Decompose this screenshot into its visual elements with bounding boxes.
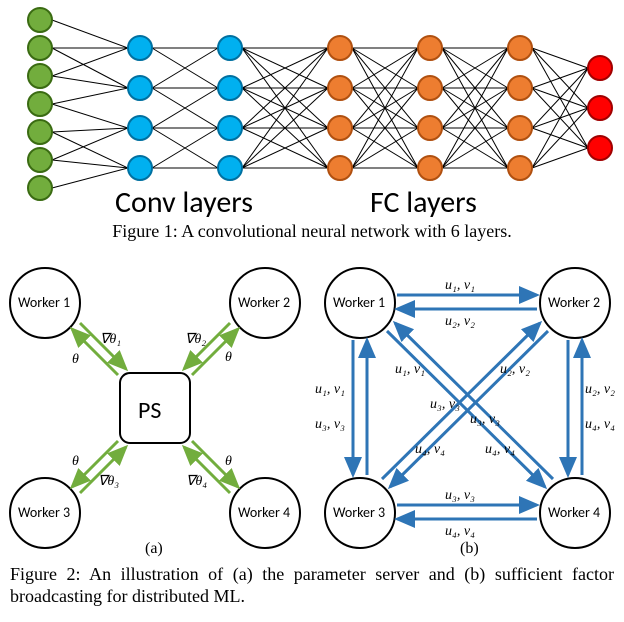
- uv3-left: u₃, v₃: [315, 417, 345, 432]
- worker2b-label: Worker 2: [548, 294, 600, 311]
- uv2-top: u₂, v₂: [445, 314, 475, 329]
- fig2-caption-text: An illustration of (a) the parameter ser…: [10, 564, 614, 607]
- fig1-caption: Figure 1: A convolutional neural network…: [0, 220, 624, 243]
- fig2-caption-prefix: Figure 2:: [10, 564, 81, 584]
- uv3-d2: u₃, v₃: [470, 412, 500, 427]
- grad-theta-1: ∇θ₁: [100, 332, 121, 347]
- fig1-network: Conv layers FC layers: [0, 0, 624, 220]
- panel-a: PS Worker 1 Worker 2 Worker 3 Worker 4 θ…: [10, 268, 300, 557]
- fc-layer-3: [508, 36, 532, 180]
- worker3a-label: Worker 3: [18, 504, 70, 521]
- fc-layer-1: [328, 36, 352, 180]
- worker2a-label: Worker 2: [238, 294, 290, 311]
- sub-b: (b): [460, 540, 479, 557]
- fc-layers-label: FC layers: [370, 184, 477, 220]
- fc-layer-2: [418, 36, 442, 180]
- fig1-caption-prefix: Figure 1:: [112, 221, 178, 241]
- worker1a-label: Worker 1: [18, 294, 70, 311]
- uv1-left: u₁, v₁: [315, 382, 345, 397]
- uv3-d1: u₃, v₃: [430, 397, 460, 412]
- conv-layers-label: Conv layers: [115, 184, 253, 220]
- ps-label: PS: [138, 396, 161, 425]
- conv-layer-2: [218, 36, 242, 180]
- theta-2: θ: [225, 350, 232, 365]
- theta-1: θ: [72, 352, 79, 367]
- uv3-bot: u₃, v₃: [445, 488, 475, 503]
- grad-theta-2: ∇θ₂: [185, 332, 206, 347]
- worker1b-label: Worker 1: [333, 294, 385, 311]
- fig2-diagram: PS Worker 1 Worker 2 Worker 3 Worker 4 θ…: [0, 243, 624, 563]
- uv4-d1: u₄, v₄: [415, 442, 445, 457]
- panel-b: Worker 1 Worker 2 Worker 3 Worker 4: [315, 268, 615, 557]
- uv4-right: u₄, v₄: [585, 417, 615, 432]
- theta-4: θ: [225, 454, 232, 469]
- worker4b-label: Worker 4: [548, 504, 600, 521]
- worker4a-label: Worker 4: [238, 504, 290, 521]
- worker3b-label: Worker 3: [333, 504, 385, 521]
- conv-layer-1: [128, 36, 152, 180]
- sub-a: (a): [145, 540, 163, 557]
- theta-3: θ: [72, 454, 79, 469]
- fig2-caption: Figure 2: An illustration of (a) the par…: [0, 563, 624, 608]
- fig1-caption-text: A convolutional neural network with 6 la…: [178, 221, 512, 241]
- uv2-d: u₂, v₂: [500, 362, 530, 377]
- grad-theta-4: ∇θ₄: [186, 474, 207, 489]
- output-layer: [588, 56, 612, 160]
- uv2-right: u₂, v₂: [585, 382, 615, 397]
- grad-theta-3: ∇θ₃: [98, 474, 119, 489]
- uv1-top: u₁, v₁: [445, 278, 475, 293]
- uv4-bot: u₄, v₄: [445, 524, 475, 539]
- uv1-d: u₁, v₁: [395, 362, 425, 377]
- uv4-d2: u₄, v₄: [485, 442, 515, 457]
- input-layer: [28, 8, 52, 200]
